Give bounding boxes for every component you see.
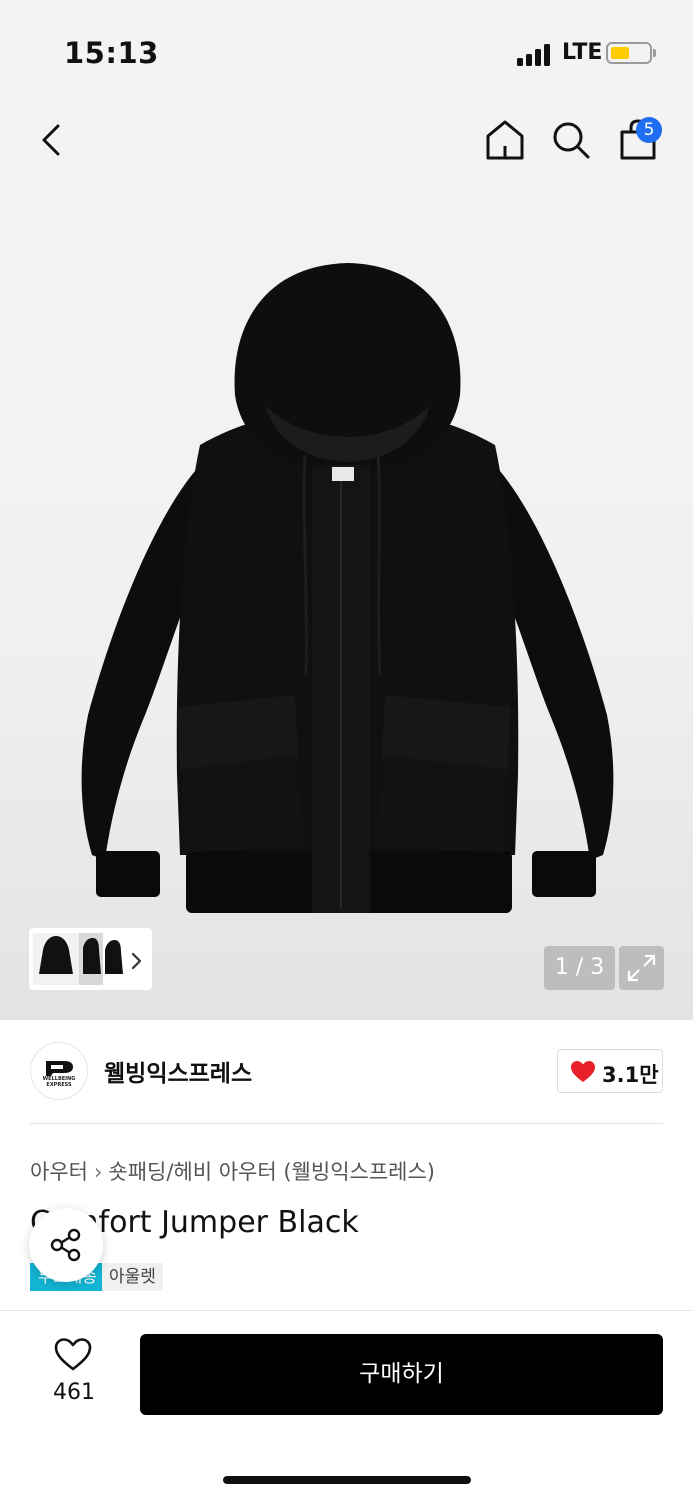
signal-icon — [517, 44, 555, 66]
expand-icon — [627, 954, 656, 982]
expand-button[interactable] — [619, 946, 664, 990]
brand-name[interactable]: 웰빙익스프레스 — [104, 1054, 252, 1088]
breadcrumb-level1[interactable]: 아우터 — [30, 1160, 88, 1184]
heart-outline-icon[interactable] — [53, 1337, 93, 1373]
status-time: 15:13 — [64, 36, 159, 70]
divider — [30, 1123, 663, 1124]
heart-filled-icon — [571, 1061, 595, 1082]
battery-tip — [653, 49, 656, 57]
brand-like-count: 3.1만 — [602, 1063, 659, 1087]
image-page-indicator: 1 / 3 — [544, 946, 615, 990]
outlet-tag: 아울렛 — [102, 1263, 163, 1291]
chevron-right-icon[interactable] — [128, 950, 144, 972]
bottom-bar-divider — [0, 1310, 693, 1311]
brand-logo-mark — [46, 1061, 73, 1076]
product-photo[interactable] — [70, 255, 625, 920]
breadcrumb-level2[interactable]: 숏패딩/헤비 아우터 (웰빙익스프레스) — [108, 1160, 435, 1184]
cart-count-badge: 5 — [636, 117, 662, 143]
share-icon — [50, 1228, 81, 1262]
buy-button[interactable]: 구매하기 — [140, 1334, 663, 1415]
breadcrumb: 아우터 › 숏패딩/헤비 아우터 (웰빙익스프레스) — [30, 1156, 435, 1186]
share-button[interactable] — [29, 1208, 103, 1282]
brand-like-button[interactable]: 3.1만 — [557, 1049, 663, 1093]
battery-icon — [606, 42, 652, 64]
brand-logo-text: WELLBEING EXPRESS — [42, 1076, 76, 1088]
breadcrumb-separator: › — [93, 1160, 103, 1184]
home-icon[interactable] — [484, 118, 526, 162]
status-bar: 15:13 LTE — [0, 0, 693, 100]
network-type: LTE — [562, 40, 603, 65]
wish-count: 461 — [53, 1380, 95, 1405]
chevron-left-icon[interactable] — [38, 122, 68, 158]
home-indicator — [223, 1476, 471, 1484]
brand-logo[interactable]: WELLBEING EXPRESS — [30, 1042, 88, 1100]
search-icon[interactable] — [550, 118, 592, 162]
